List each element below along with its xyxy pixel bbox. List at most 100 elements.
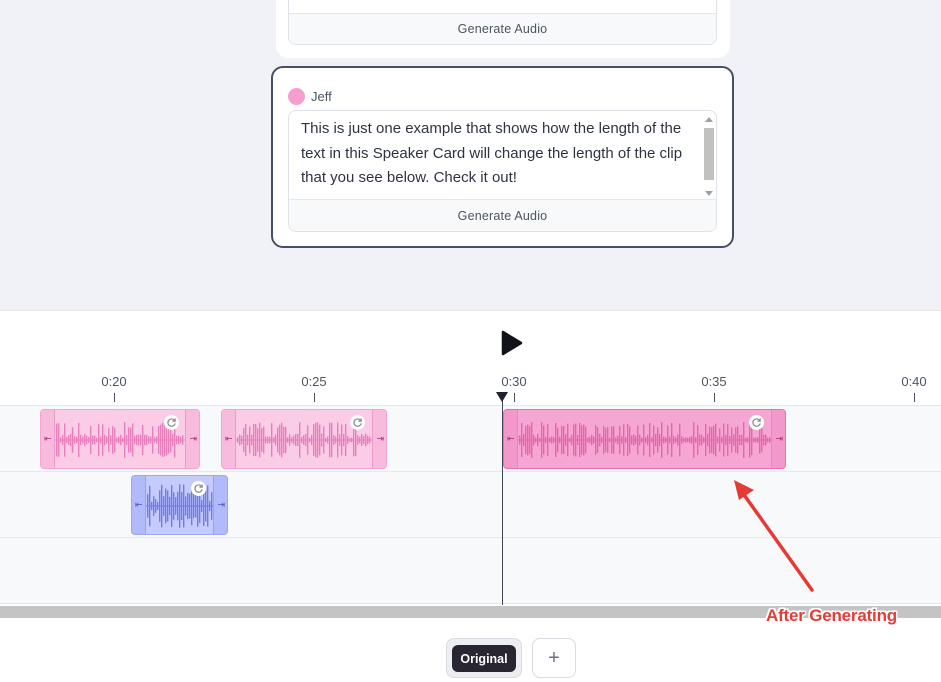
waveform-bar [539, 437, 541, 443]
trim-right-icon: ⇥ [189, 433, 197, 444]
waveform-bar [349, 437, 351, 443]
trim-handle-right[interactable]: ⇥ [213, 476, 227, 534]
waveform-bar [623, 424, 625, 456]
waveform-bar [567, 423, 569, 457]
waveform-bar [733, 434, 735, 446]
waveform-bar [171, 485, 173, 527]
speaker-card-previous[interactable]: Generate Audio [276, 0, 730, 58]
waveform-bar [315, 422, 317, 458]
waveform-bar [167, 490, 169, 522]
trim-handle-left[interactable]: ⇤ [504, 410, 518, 468]
regenerate-icon[interactable] [164, 415, 179, 430]
waveform-bar [253, 424, 255, 456]
waveform-bar [177, 491, 179, 521]
trim-handle-right[interactable]: ⇥ [185, 410, 199, 468]
waveform-bar [627, 424, 629, 456]
waveform-bar [605, 427, 607, 453]
waveform-bar [601, 436, 603, 444]
waveform-bar [301, 437, 303, 443]
speaker-card-active[interactable]: Jeff This is just one example that shows… [271, 66, 734, 248]
play-icon[interactable] [500, 330, 524, 356]
waveform-bar [569, 437, 571, 443]
generate-audio-button[interactable]: Generate Audio [289, 199, 716, 231]
time-ruler[interactable]: 0:20 0:25 0:30 0:35 0:40 [0, 371, 941, 405]
scroll-down-icon[interactable] [705, 191, 713, 196]
waveform-bar [529, 425, 531, 455]
waveform-bar [151, 501, 153, 511]
audio-clip[interactable]: ⇤ ⇥ [131, 475, 228, 535]
trim-handle-left[interactable]: ⇤ [41, 410, 55, 468]
trim-handle-left[interactable]: ⇤ [132, 476, 146, 534]
waveform-bar [182, 435, 184, 445]
speaker-card-textbox[interactable]: This is just one example that shows how … [288, 110, 717, 232]
waveform-bar [161, 484, 163, 528]
waveform-bar [114, 427, 116, 453]
waveform-bar [551, 436, 553, 444]
tick-label: 0:20 [101, 374, 127, 389]
waveform-bar [247, 434, 249, 446]
waveform-bar [525, 425, 527, 455]
version-tab-original[interactable]: Original [452, 645, 516, 672]
waveform-bar [341, 424, 343, 456]
waveform-bar [329, 422, 331, 458]
speaker-card-textbox[interactable]: Generate Audio [288, 0, 717, 45]
generate-audio-button[interactable]: Generate Audio [289, 13, 716, 44]
waveform-bar [709, 426, 711, 454]
waveform-bar [156, 436, 158, 444]
waveform-bar [549, 437, 551, 443]
waveform-bar [575, 423, 577, 457]
waveform-bar [589, 436, 591, 444]
waveform-bar [333, 435, 335, 445]
waveform-bar [757, 437, 759, 443]
regenerate-icon[interactable] [350, 415, 365, 430]
waveform-bar [104, 434, 106, 446]
waveform-bar [699, 434, 701, 446]
waveform-bar [239, 434, 241, 446]
trim-handle-left[interactable]: ⇤ [222, 410, 236, 468]
speaker-header[interactable]: Jeff [288, 87, 332, 105]
playhead-marker-icon[interactable] [496, 392, 508, 402]
scroll-up-icon[interactable] [705, 117, 713, 122]
track-jeff[interactable]: ⇤ ⇥ ⇤ ⇥ ⇤ ⇥ [0, 405, 941, 471]
waveform-bar [78, 422, 80, 458]
audio-clip[interactable]: ⇤ ⇥ [221, 409, 387, 469]
trim-handle-right[interactable]: ⇥ [372, 410, 386, 468]
waveform-bar [255, 423, 257, 457]
waveform-bar [521, 423, 523, 457]
waveform-bar [243, 428, 245, 452]
waveform-bar [110, 435, 112, 445]
waveform-bar [130, 427, 132, 453]
waveform-bar [134, 435, 136, 445]
waveform-bar [309, 437, 311, 443]
scroll-thumb[interactable] [704, 128, 714, 180]
waveform-bar [263, 426, 265, 454]
waveform-bar [527, 424, 529, 456]
waveform-bar [671, 422, 673, 458]
waveform-bar [359, 436, 361, 444]
trim-handle-right[interactable]: ⇥ [771, 410, 785, 468]
waveform-bar [140, 434, 142, 446]
speaker-card-text[interactable]: This is just one example that shows how … [301, 117, 696, 191]
waveform-bar [180, 436, 182, 444]
waveform-bar [299, 422, 301, 458]
regenerate-icon[interactable] [191, 481, 206, 496]
add-version-button[interactable]: + [532, 638, 576, 678]
audio-clip[interactable]: ⇤ ⇥ [40, 409, 200, 469]
waveform-bar [633, 434, 635, 446]
waveform-bar [647, 434, 649, 446]
version-bar: Original + [0, 622, 941, 682]
regenerate-icon[interactable] [749, 415, 764, 430]
waveform-bar [193, 493, 195, 519]
waveform-bar [337, 422, 339, 458]
audio-clip-generated[interactable]: ⇤ ⇥ [503, 409, 786, 469]
waveform-bar [323, 426, 325, 454]
waveform-bar [643, 424, 645, 456]
textbox-scrollbar[interactable] [702, 113, 715, 199]
waveform-bar [152, 426, 154, 454]
waveform-bar [703, 437, 705, 443]
playhead-line[interactable] [502, 400, 503, 605]
waveform-bar [755, 437, 757, 443]
waveform-bar [597, 427, 599, 453]
waveform-bar [128, 427, 130, 453]
waveform-bar [565, 434, 567, 446]
